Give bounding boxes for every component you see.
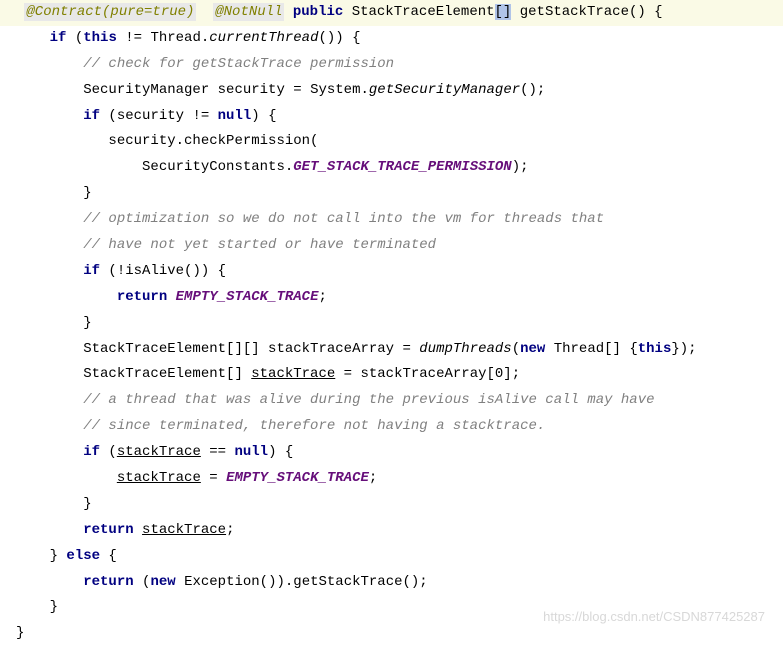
st-var: stackTrace (251, 366, 335, 382)
sm-type: SecurityManager (83, 82, 209, 98)
current-thread: currentThread (209, 30, 318, 46)
code-line: SecurityConstants.GET_STACK_TRACE_PERMIS… (0, 155, 783, 181)
code-line: // a thread that was alive during the pr… (0, 388, 783, 414)
code-line: if (stackTrace == null) { (0, 440, 783, 466)
kw-new: new (150, 574, 175, 590)
kw-return: return (83, 574, 133, 590)
sig-end: () { (629, 4, 663, 20)
code-line: // since terminated, therefore not havin… (0, 414, 783, 440)
code-editor[interactable]: @Contract(pure=true) @NotNull public Sta… (0, 0, 783, 647)
thread-arr: Thread[] { (545, 341, 637, 357)
comment: // a thread that was alive during the pr… (83, 392, 654, 408)
code-line: return stackTrace; (0, 518, 783, 544)
kw-if: if (83, 263, 100, 279)
code-line: stackTrace = EMPTY_STACK_TRACE; (0, 466, 783, 492)
gstp-const: GET_STACK_TRACE_PERMISSION (293, 159, 511, 175)
comment: // check for getStackTrace permission (83, 56, 394, 72)
code-line: StackTraceElement[] stackTrace = stackTr… (0, 362, 783, 388)
thread-class: Thread. (150, 30, 209, 46)
code-line: StackTraceElement[][] stackTraceArray = … (0, 337, 783, 363)
code-line: } (0, 181, 783, 207)
comment: // have not yet started or have terminat… (83, 237, 436, 253)
code-line: if (this != Thread.currentThread()) { (0, 26, 783, 52)
kw-else: else (66, 548, 100, 564)
comment: // since terminated, therefore not havin… (83, 418, 545, 434)
kw-if: if (83, 108, 100, 124)
code-line: // optimization so we do not call into t… (0, 207, 783, 233)
code-line: } (0, 492, 783, 518)
dump-threads: dumpThreads (419, 341, 511, 357)
kw-if: if (83, 444, 100, 460)
kw-if: if (50, 30, 67, 46)
empty-st: EMPTY_STACK_TRACE (226, 470, 369, 486)
kw-return: return (83, 522, 133, 538)
st-var: stackTrace (117, 444, 201, 460)
kw-this: this (638, 341, 672, 357)
kw-this: this (83, 30, 117, 46)
code-line: // check for getStackTrace permission (0, 52, 783, 78)
code-line: security.checkPermission( (0, 129, 783, 155)
kw-public: public (293, 4, 343, 20)
eq-sta0: = stackTraceArray[0]; (335, 366, 520, 382)
st-var: stackTrace (142, 522, 226, 538)
code-line: @Contract(pure=true) @NotNull public Sta… (0, 0, 783, 26)
annotation-contract: @Contract(pure=true) (24, 3, 196, 21)
annotation-notnull: @NotNull (213, 3, 284, 21)
code-line: return EMPTY_STACK_TRACE; (0, 285, 783, 311)
exc-new: Exception()).getStackTrace(); (176, 574, 428, 590)
watermark: https://blog.csdn.net/CSDN877425287 (543, 605, 765, 629)
kw-null: null (218, 108, 252, 124)
check-perm: security.checkPermission( (108, 133, 318, 149)
eq: = (201, 470, 226, 486)
eq-null: == (201, 444, 235, 460)
kw-new: new (520, 341, 545, 357)
code-line: SecurityManager security = System.getSec… (0, 78, 783, 104)
sm-var: security = System. (209, 82, 369, 98)
code-line: if (security != null) { (0, 104, 783, 130)
code-line: return (new Exception()).getStackTrace()… (0, 570, 783, 596)
sec-const: SecurityConstants. (142, 159, 293, 175)
kw-return: return (117, 289, 167, 305)
code-line: // have not yet started or have terminat… (0, 233, 783, 259)
ste-2d: StackTraceElement[][] stackTraceArray = (83, 341, 419, 357)
return-type: StackTraceElement (352, 4, 495, 20)
code-line: if (!isAlive()) { (0, 259, 783, 285)
comment: // optimization so we do not call into t… (83, 211, 604, 227)
close: ); (512, 159, 529, 175)
code-line: } (0, 311, 783, 337)
st-var: stackTrace (117, 470, 201, 486)
method-name: getStackTrace (520, 4, 629, 20)
empty-st: EMPTY_STACK_TRACE (176, 289, 319, 305)
array-brackets: [] (495, 4, 512, 20)
kw-null: null (234, 444, 268, 460)
ste-1d: StackTraceElement[] (83, 366, 251, 382)
code-line: } else { (0, 544, 783, 570)
cond: (security != (100, 108, 218, 124)
get-sm: getSecurityManager (369, 82, 520, 98)
cond: (!isAlive()) { (100, 263, 226, 279)
close: }); (671, 341, 696, 357)
